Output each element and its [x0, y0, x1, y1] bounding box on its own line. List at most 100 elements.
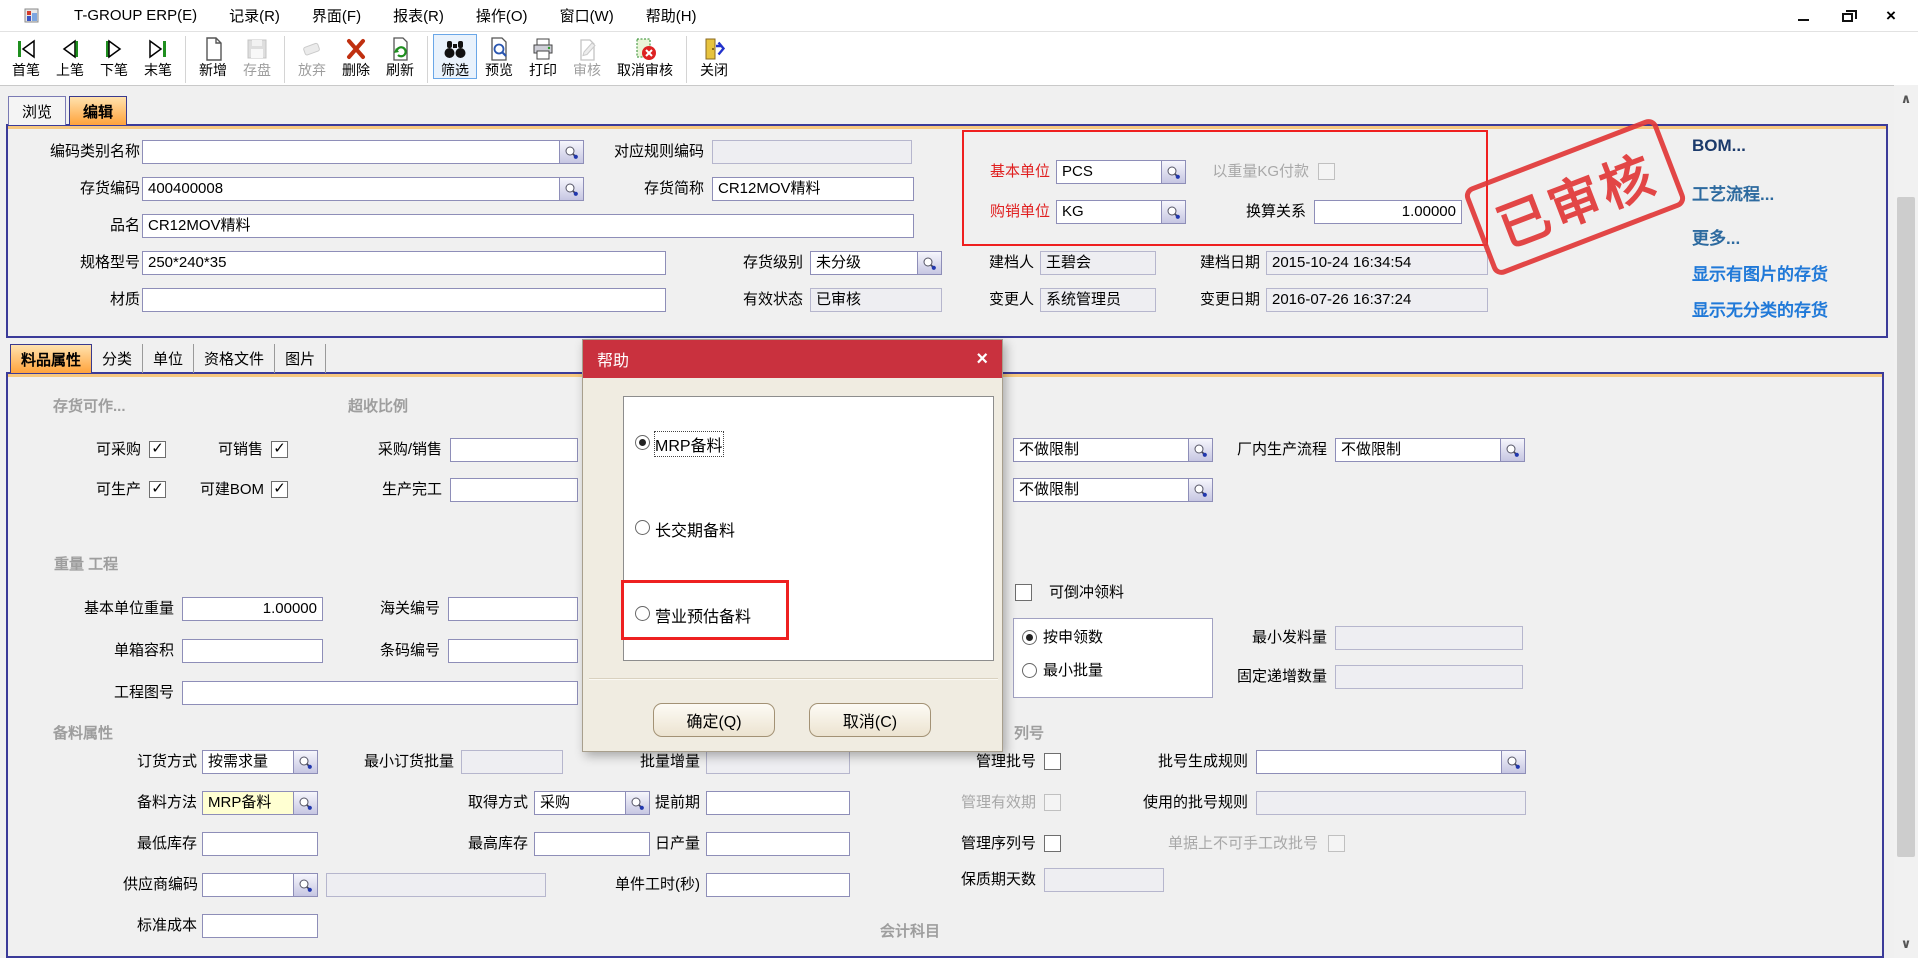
menu-help[interactable]: 帮助(H): [646, 5, 697, 26]
drawing-number-field[interactable]: [182, 681, 578, 705]
add-button[interactable]: 新增: [191, 34, 235, 79]
restore-button[interactable]: [1838, 7, 1856, 25]
subtab-qualification-files[interactable]: 资格文件: [194, 344, 275, 373]
dialog-ok-button[interactable]: 确定(Q): [653, 703, 775, 737]
item-code-combo[interactable]: 400400008: [142, 177, 584, 201]
spec-field[interactable]: 250*240*35: [142, 251, 666, 275]
sellable-checkbox[interactable]: ✓: [271, 441, 288, 458]
production-done-field[interactable]: [450, 478, 578, 502]
dialog-radio-long-leadtime[interactable]: [635, 520, 650, 535]
delete-button[interactable]: 删除: [334, 34, 378, 79]
lookup-button[interactable]: [1502, 750, 1526, 774]
subtab-unit[interactable]: 单位: [143, 344, 194, 373]
supplier-code-field[interactable]: [202, 873, 294, 897]
base-unit-field[interactable]: PCS: [1056, 160, 1162, 184]
link-more[interactable]: 更多...: [1692, 224, 1740, 249]
restriction-combo-1[interactable]: 不做限制: [1013, 438, 1213, 462]
lookup-button[interactable]: [918, 251, 942, 275]
short-name-field[interactable]: CR12MOV精料: [712, 177, 914, 201]
lookup-button[interactable]: [560, 177, 584, 201]
link-process-flow[interactable]: 工艺流程...: [1692, 180, 1774, 205]
last-record-button[interactable]: 末笔: [136, 34, 180, 79]
daily-output-field[interactable]: [706, 832, 850, 856]
issue-by-request-radio[interactable]: [1022, 630, 1037, 645]
sales-unit-combo[interactable]: KG: [1056, 200, 1186, 224]
customs-code-field[interactable]: [448, 597, 578, 621]
tab-browse[interactable]: 浏览: [8, 96, 66, 125]
supplier-code-combo[interactable]: [202, 873, 318, 897]
lead-time-field[interactable]: [706, 791, 850, 815]
manage-serial-checkbox[interactable]: [1044, 835, 1061, 852]
menu-interface[interactable]: 界面(F): [312, 5, 361, 26]
link-show-unclassified[interactable]: 显示无分类的存货: [1692, 296, 1828, 321]
producible-checkbox[interactable]: ✓: [149, 481, 166, 498]
restriction-field-2[interactable]: 不做限制: [1013, 478, 1189, 502]
factory-flow-field[interactable]: 不做限制: [1335, 438, 1501, 462]
can-bom-checkbox[interactable]: ✓: [271, 481, 288, 498]
restriction-combo-2[interactable]: 不做限制: [1013, 478, 1213, 502]
dialog-radio-mrp[interactable]: [635, 435, 650, 450]
lookup-button[interactable]: [1162, 160, 1186, 184]
preview-button[interactable]: 预览: [477, 34, 521, 79]
menu-window[interactable]: 窗口(W): [560, 5, 614, 26]
menu-app[interactable]: T-GROUP ERP(E): [74, 7, 197, 24]
subtab-images[interactable]: 图片: [275, 344, 326, 373]
cancel-audit-button[interactable]: 取消审核: [609, 34, 681, 79]
min-stock-field[interactable]: [202, 832, 318, 856]
acquire-mode-field[interactable]: 采购: [534, 791, 626, 815]
prep-method-combo[interactable]: MRP备料: [202, 791, 318, 815]
order-mode-combo[interactable]: 按需求量: [202, 750, 318, 774]
first-record-button[interactable]: 首笔: [4, 34, 48, 79]
level-field[interactable]: 未分级: [810, 251, 918, 275]
level-combo[interactable]: 未分级: [810, 251, 942, 275]
dialog-title-bar[interactable]: 帮助 ×: [583, 340, 1002, 378]
lookup-button[interactable]: [560, 140, 584, 164]
code-category-field[interactable]: [142, 140, 560, 164]
close-button[interactable]: ×: [1882, 7, 1900, 25]
scrollbar-thumb[interactable]: [1897, 197, 1915, 857]
dialog-option-long-leadtime-label[interactable]: 长交期备料: [655, 517, 735, 541]
dialog-cancel-button[interactable]: 取消(C): [809, 703, 931, 737]
batch-rule-combo[interactable]: [1256, 750, 1526, 774]
backflush-checkbox[interactable]: [1015, 584, 1032, 601]
filter-button[interactable]: 筛选: [433, 34, 477, 79]
lookup-button[interactable]: [294, 791, 318, 815]
prev-record-button[interactable]: 上笔: [48, 34, 92, 79]
unit-time-field[interactable]: [706, 873, 850, 897]
material-field[interactable]: [142, 288, 666, 312]
purchasable-checkbox[interactable]: ✓: [149, 441, 166, 458]
lookup-button[interactable]: [1501, 438, 1525, 462]
purchase-sale-ratio-field[interactable]: [450, 438, 578, 462]
menu-operation[interactable]: 操作(O): [476, 5, 528, 26]
link-bom[interactable]: BOM...: [1692, 136, 1746, 156]
sales-unit-field[interactable]: KG: [1056, 200, 1162, 224]
factory-flow-combo[interactable]: 不做限制: [1335, 438, 1525, 462]
std-cost-field[interactable]: [202, 914, 318, 938]
link-show-with-images[interactable]: 显示有图片的存货: [1692, 260, 1828, 285]
lookup-button[interactable]: [294, 873, 318, 897]
min-batch-radio[interactable]: [1022, 663, 1037, 678]
menu-record[interactable]: 记录(R): [229, 5, 280, 26]
menu-report[interactable]: 报表(R): [393, 5, 444, 26]
vertical-scrollbar[interactable]: ∧ ∨: [1894, 85, 1918, 958]
lookup-button[interactable]: [1162, 200, 1186, 224]
close-form-button[interactable]: 关闭: [692, 34, 736, 79]
order-mode-field[interactable]: 按需求量: [202, 750, 294, 774]
scroll-up-icon[interactable]: ∧: [1894, 88, 1918, 110]
lookup-button[interactable]: [294, 750, 318, 774]
dialog-close-icon[interactable]: ×: [976, 349, 988, 369]
refresh-button[interactable]: 刷新: [378, 34, 422, 79]
print-button[interactable]: 打印: [521, 34, 565, 79]
lookup-button[interactable]: [1189, 478, 1213, 502]
batch-rule-field[interactable]: [1256, 750, 1502, 774]
restriction-field-1[interactable]: 不做限制: [1013, 438, 1189, 462]
subtab-item-attributes[interactable]: 料品属性: [10, 344, 92, 373]
base-weight-field[interactable]: 1.00000: [182, 597, 323, 621]
barcode-field[interactable]: [448, 639, 578, 663]
lookup-button[interactable]: [1189, 438, 1213, 462]
scroll-down-icon[interactable]: ∨: [1894, 933, 1918, 955]
dialog-option-mrp-label[interactable]: MRP备料: [655, 432, 723, 456]
item-code-field[interactable]: 400400008: [142, 177, 560, 201]
subtab-classification[interactable]: 分类: [92, 344, 143, 373]
name-field[interactable]: CR12MOV精料: [142, 214, 914, 238]
